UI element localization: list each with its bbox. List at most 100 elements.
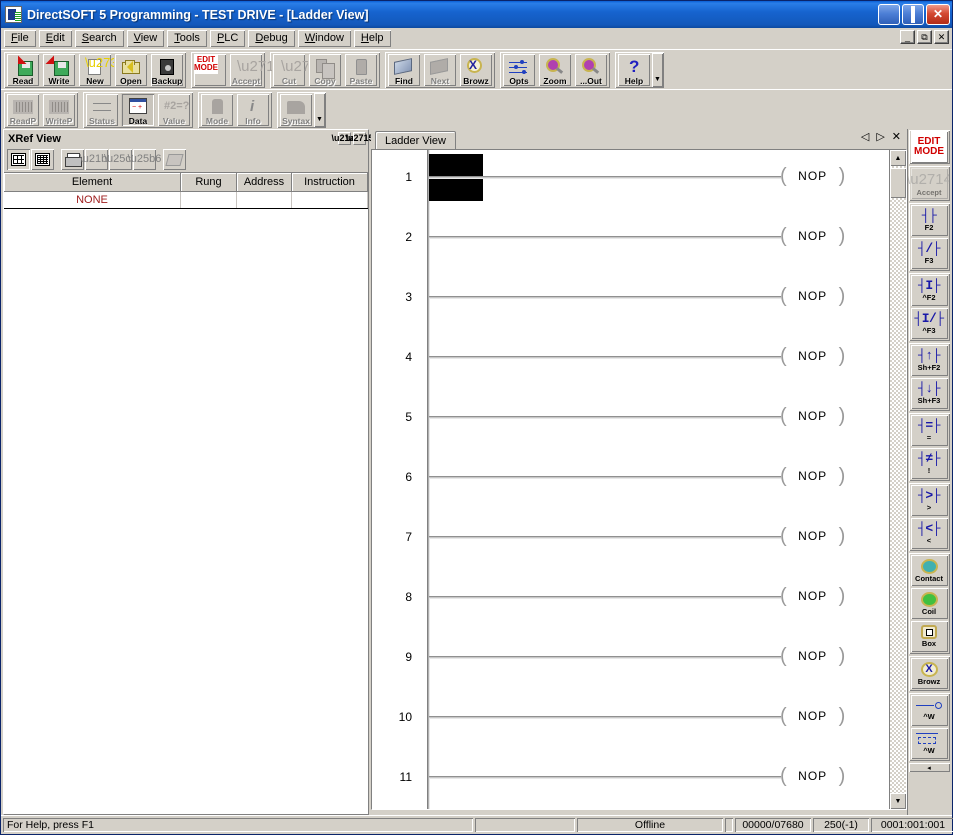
palette-not-contact-open-button[interactable]: ┤I├ ^F2 xyxy=(910,275,948,306)
toolbar-writep-button[interactable]: WriteP xyxy=(42,92,76,127)
palette-compare-greater-button[interactable]: ┤>├ > xyxy=(910,485,948,516)
mdi-close-button[interactable]: ✕ xyxy=(934,30,949,44)
close-button[interactable] xyxy=(926,4,950,25)
toolbar-read-button[interactable]: Read xyxy=(6,52,40,87)
output-coil[interactable]: (NOP) xyxy=(780,286,845,306)
mdi-restore-button[interactable]: ⧉ xyxy=(917,30,932,44)
toolbar-open-button[interactable]: Open xyxy=(114,52,148,87)
ladder-rung[interactable]: 6 (NOP) xyxy=(372,450,889,510)
palette-compare-less-button[interactable]: ┤<├ < xyxy=(910,518,948,549)
xref-stack-button[interactable] xyxy=(163,149,186,170)
output-coil[interactable]: (NOP) xyxy=(780,586,845,606)
output-coil[interactable]: (NOP) xyxy=(780,406,845,426)
toolbar-zoom-out-button[interactable]: ...Out xyxy=(574,52,608,87)
tab-ladder-view[interactable]: Ladder View xyxy=(375,131,456,149)
palette-falling-edge-contact-button[interactable]: ┤↓├ Sh+F3 xyxy=(910,378,948,409)
output-coil[interactable]: (NOP) xyxy=(780,706,845,726)
toolbar-zoom-in-button[interactable]: Zoom xyxy=(538,52,572,87)
maximize-button[interactable] xyxy=(902,4,924,25)
ladder-rung[interactable]: 7 (NOP) xyxy=(372,510,889,570)
palette-rising-edge-contact-button[interactable]: ┤↑├ Sh+F2 xyxy=(910,345,948,376)
output-coil[interactable]: (NOP) xyxy=(780,466,845,486)
menu-view[interactable]: View xyxy=(125,28,166,48)
output-coil[interactable]: (NOP) xyxy=(780,766,845,786)
toolbar-info-button[interactable]: i Info xyxy=(236,92,270,127)
toolbar-syntax-button[interactable]: Syntax xyxy=(279,92,313,127)
palette-normally-open-contact-button[interactable]: ┤├ F2 xyxy=(910,205,948,236)
tab-close-icon[interactable]: ✕ xyxy=(892,131,901,143)
palette-edit-mode-button[interactable]: EDIT MODE xyxy=(910,131,948,163)
menu-file[interactable]: File xyxy=(3,28,37,48)
xref-header-element[interactable]: Element xyxy=(4,173,181,191)
menu-tools[interactable]: Tools xyxy=(166,28,208,48)
palette-accept-button[interactable]: \u2714 Accept xyxy=(908,168,950,199)
toolbar-accept-button[interactable]: \u2714 Accept xyxy=(229,52,283,87)
output-coil[interactable]: (NOP) xyxy=(780,226,845,246)
menu-debug[interactable]: Debug xyxy=(247,28,296,48)
menu-plc[interactable]: PLC xyxy=(208,28,247,48)
menu-help[interactable]: Help xyxy=(352,28,392,48)
toolbar-value-button[interactable]: #2=? Value xyxy=(157,92,191,127)
menu-edit[interactable]: Edit xyxy=(37,28,73,48)
menu-window[interactable]: Window xyxy=(296,28,352,48)
scrollbar-thumb[interactable] xyxy=(890,168,906,198)
palette-wire-horizontal-button[interactable]: ^W xyxy=(910,695,948,726)
minimize-button[interactable] xyxy=(878,4,900,25)
edit-cursor-block-lower[interactable] xyxy=(429,179,483,201)
palette-wire-branch-button[interactable]: ^W xyxy=(910,728,948,759)
ladder-rung[interactable]: 3 (NOP) xyxy=(372,270,889,330)
toolbar-next-button[interactable]: Next xyxy=(423,52,457,87)
output-coil[interactable]: (NOP) xyxy=(780,346,845,366)
toolbar-new-button[interactable]: \u2736 New xyxy=(78,52,125,87)
toolbar-data-button[interactable]: Data xyxy=(121,92,155,127)
ladder-rung[interactable]: 8 (NOP) xyxy=(372,570,889,630)
toolbar-browz-button[interactable]: X Browz xyxy=(459,52,493,87)
toolbar-row2-overflow[interactable]: ▼ xyxy=(314,93,325,127)
tab-prev-icon[interactable]: ◁ xyxy=(861,131,869,143)
tab-next-icon[interactable]: ▷ xyxy=(876,131,884,143)
palette-compare-equal-button[interactable]: ┤=├ = xyxy=(910,415,948,446)
xref-next-button[interactable]: \u25b6 xyxy=(128,149,161,170)
table-row[interactable]: NONE xyxy=(4,192,368,209)
toolbar-backup-button[interactable]: Backup xyxy=(150,52,184,87)
mdi-minimize-button[interactable]: _ xyxy=(900,30,915,44)
palette-coil-browser-button[interactable]: Coil xyxy=(910,588,948,619)
ladder-rung[interactable]: 1 (NOP) xyxy=(372,150,889,210)
palette-scroll-more[interactable]: ◂ xyxy=(909,763,950,772)
output-coil[interactable]: (NOP) xyxy=(780,166,845,186)
ladder-rung[interactable]: 10 (NOP) xyxy=(372,690,889,750)
toolbar-find-button[interactable]: Find xyxy=(387,52,421,87)
toolbar-status-button[interactable]: Status xyxy=(85,92,119,127)
toolbar-readp-button[interactable]: ReadP xyxy=(6,92,40,127)
xref-close-icon[interactable]: \u2715 xyxy=(345,132,374,145)
toolbar-mode-button[interactable]: Mode xyxy=(200,92,234,127)
edit-cursor-block[interactable] xyxy=(429,154,483,176)
toolbar-paste-button[interactable]: Paste xyxy=(344,52,378,87)
output-coil[interactable]: (NOP) xyxy=(780,646,845,666)
xref-grid-sparse-button[interactable] xyxy=(7,149,30,170)
toolbar-write-button[interactable]: Write xyxy=(42,52,76,87)
palette-compare-not-equal-button[interactable]: ┤≠├! xyxy=(910,448,948,479)
xref-grid-dense-button[interactable] xyxy=(31,149,54,170)
ladder-rung[interactable]: 2 (NOP) xyxy=(372,210,889,270)
scroll-down-button[interactable]: ▼ xyxy=(890,793,906,809)
xref-header-address[interactable]: Address xyxy=(237,173,292,191)
ladder-rung[interactable]: 5 (NOP) xyxy=(372,390,889,450)
toolbar-help-button[interactable]: ? Help xyxy=(617,52,651,87)
menu-search[interactable]: Search xyxy=(73,28,125,48)
toolbar-edit-mode-button[interactable]: EDIT MODE xyxy=(193,52,227,87)
scrollbar-track[interactable] xyxy=(890,198,906,793)
palette-normally-closed-contact-button[interactable]: ┤/├ F3 xyxy=(910,238,948,269)
xref-header-instruction[interactable]: Instruction xyxy=(292,173,368,191)
palette-element-browser-button[interactable]: X Browz xyxy=(910,658,948,689)
ladder-rung[interactable]: 9 (NOP) xyxy=(372,630,889,690)
toolbar-opts-button[interactable]: Opts xyxy=(502,52,536,87)
scroll-up-button[interactable]: ▲ xyxy=(890,150,906,166)
output-coil[interactable]: (NOP) xyxy=(780,526,845,546)
toolbar-row1-overflow[interactable]: ▼ xyxy=(652,53,663,87)
xref-header-rung[interactable]: Rung xyxy=(181,173,237,191)
palette-box-browser-button[interactable]: Box xyxy=(910,621,948,652)
ladder-canvas[interactable]: 1 (NOP) 2 (NOP) 3 (NOP) 4 (NOP) 5 (NOP) 6 (NOP) 7 (NO… xyxy=(372,150,890,809)
ladder-vertical-scrollbar[interactable]: ▲ ▼ xyxy=(890,150,906,809)
ladder-rung[interactable]: 4 (NOP) xyxy=(372,330,889,390)
